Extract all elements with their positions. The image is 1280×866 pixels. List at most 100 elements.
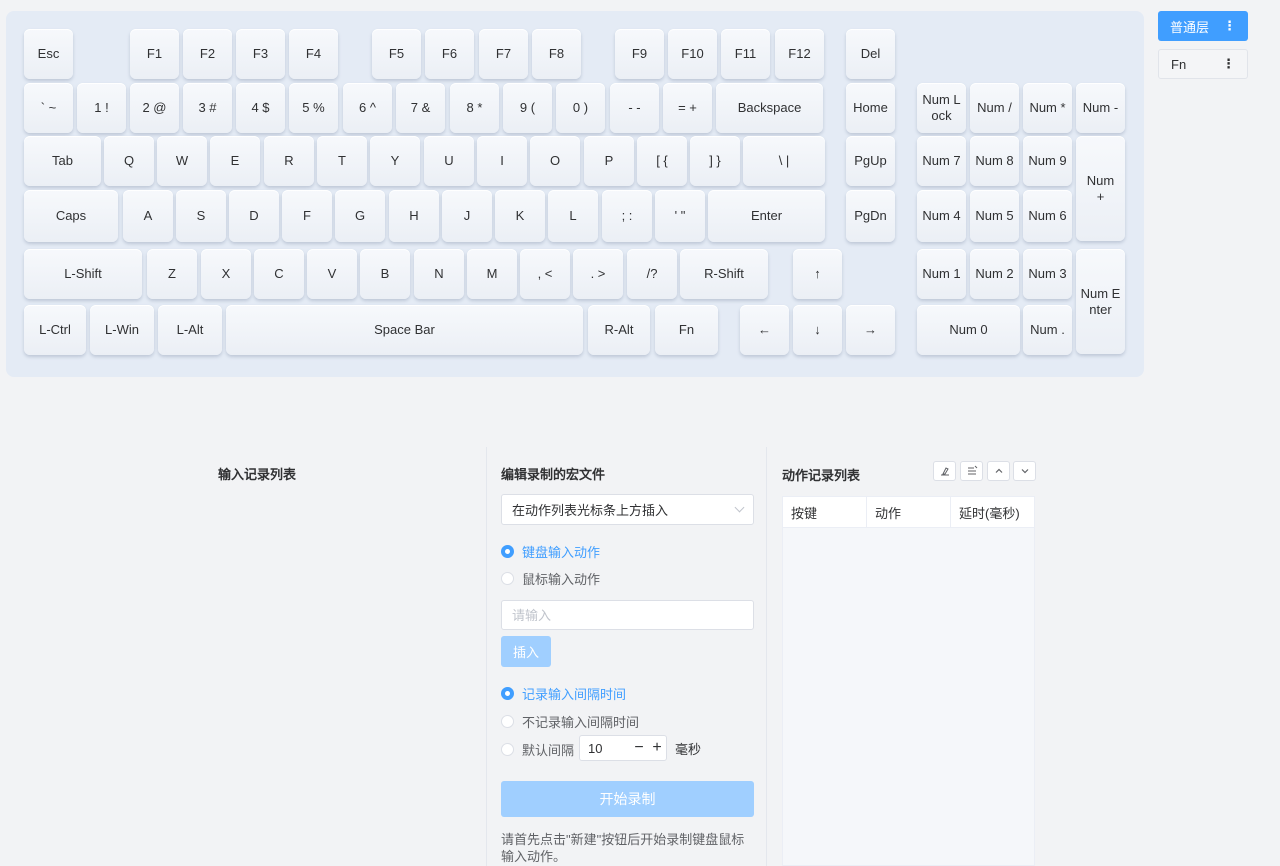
key-f10[interactable]: F10 [668,29,717,79]
key-2[interactable]: 2 @ [130,83,179,133]
key-num-enter[interactable]: Num E nter [1076,249,1125,354]
key-f8[interactable]: F8 [532,29,581,79]
interval-stepper[interactable]: 10 − + [579,735,667,761]
start-recording-button[interactable]: 开始录制 [501,781,754,817]
key-n[interactable]: N [414,249,464,299]
key-f12[interactable]: F12 [775,29,824,79]
insert-mode-select[interactable]: 在动作列表光标条上方插入 [501,494,754,525]
key-up-arrow-icon[interactable]: ↑ [793,249,842,299]
key-4[interactable]: 4 $ [236,83,285,133]
key-9[interactable]: 9 ( [503,83,552,133]
key-7[interactable]: 7 & [396,83,445,133]
minus-icon[interactable]: − [630,740,648,756]
key-8[interactable]: 8 * [450,83,499,133]
key-fn[interactable]: Fn [655,305,718,355]
interval-value[interactable]: 10 [588,741,630,756]
key-m[interactable]: M [467,249,517,299]
key-f[interactable]: F [282,190,332,242]
key-num-9[interactable]: Num 9 [1023,136,1072,186]
key-enter[interactable]: Enter [708,190,825,242]
move-down-icon[interactable] [1013,461,1036,481]
key-num-7[interactable]: Num 7 [917,136,966,186]
key-down-arrow-icon[interactable]: ↓ [793,305,842,355]
key-symbol[interactable]: ` ~ [24,83,73,133]
key-l-shift[interactable]: L-Shift [24,249,142,299]
key-num-3[interactable]: Num 3 [1023,249,1072,299]
key-num[interactable]: Num - [1076,83,1125,133]
key-home[interactable]: Home [846,83,895,133]
key-6[interactable]: 6 ^ [343,83,392,133]
key-f2[interactable]: F2 [183,29,232,79]
key-o[interactable]: O [530,136,580,186]
key-t[interactable]: T [317,136,367,186]
key-s[interactable]: S [176,190,226,242]
key-q[interactable]: Q [104,136,154,186]
key-num[interactable]: Num . [1023,305,1072,355]
no-record-interval-radio[interactable]: 不记录输入间隔时间 [501,712,639,731]
default-interval-radio[interactable]: 默认间隔 [501,740,574,759]
key-space-bar[interactable]: Space Bar [226,305,583,355]
key-f3[interactable]: F3 [236,29,285,79]
key-del[interactable]: Del [846,29,895,79]
key-a[interactable]: A [123,190,173,242]
clear-icon[interactable] [933,461,956,481]
key-f5[interactable]: F5 [372,29,421,79]
key-num-8[interactable]: Num 8 [970,136,1019,186]
key-symbol[interactable]: ] } [690,136,740,186]
key-e[interactable]: E [210,136,260,186]
key-symbol[interactable]: , < [520,249,570,299]
key-w[interactable]: W [157,136,207,186]
key-num-6[interactable]: Num 6 [1023,190,1072,242]
key-1[interactable]: 1 ! [77,83,126,133]
key-f4[interactable]: F4 [289,29,338,79]
key-num-2[interactable]: Num 2 [970,249,1019,299]
key-5[interactable]: 5 % [289,83,338,133]
key-num-4[interactable]: Num 4 [917,190,966,242]
key-g[interactable]: G [335,190,385,242]
key-pgdn[interactable]: PgDn [846,190,895,242]
key-symbol[interactable]: \ | [743,136,825,186]
key-pgup[interactable]: PgUp [846,136,895,186]
key-symbol[interactable]: - - [610,83,659,133]
plus-icon[interactable]: + [648,740,666,756]
key-l[interactable]: L [548,190,598,242]
key-num[interactable]: Num / [970,83,1019,133]
key-num-1[interactable]: Num 1 [917,249,966,299]
key-symbol[interactable]: [ { [637,136,687,186]
key-symbol[interactable]: /? [627,249,677,299]
layer-fn-button[interactable]: Fn ⋮ [1158,49,1248,79]
key-f9[interactable]: F9 [615,29,664,79]
key-num[interactable]: Num * [1023,83,1072,133]
key-f7[interactable]: F7 [479,29,528,79]
layer-normal-button[interactable]: 普通层 ⋮ [1158,11,1248,41]
key-z[interactable]: Z [147,249,197,299]
key-symbol[interactable]: ; : [602,190,652,242]
key-p[interactable]: P [584,136,634,186]
key-r-alt[interactable]: R-Alt [588,305,650,355]
key-u[interactable]: U [424,136,474,186]
key-f1[interactable]: F1 [130,29,179,79]
key-k[interactable]: K [495,190,545,242]
key-j[interactable]: J [442,190,492,242]
insert-button[interactable]: 插入 [501,636,551,667]
key-x[interactable]: X [201,249,251,299]
key-d[interactable]: D [229,190,279,242]
key-l-ctrl[interactable]: L-Ctrl [24,305,86,355]
key-tab[interactable]: Tab [24,136,101,186]
key-c[interactable]: C [254,249,304,299]
key-r-shift[interactable]: R-Shift [680,249,768,299]
action-input[interactable] [501,600,754,630]
mouse-action-radio[interactable]: 鼠标输入动作 [501,569,600,588]
key-v[interactable]: V [307,249,357,299]
key-f6[interactable]: F6 [425,29,474,79]
key-l-alt[interactable]: L-Alt [158,305,222,355]
key-esc[interactable]: Esc [24,29,73,79]
key-left-arrow-icon[interactable]: ← [740,305,789,355]
more-vertical-icon[interactable]: ⋮ [1223,18,1236,34]
key-num-0[interactable]: Num 0 [917,305,1020,355]
key-l-win[interactable]: L-Win [90,305,154,355]
key-caps[interactable]: Caps [24,190,118,242]
key-symbol[interactable]: ' " [655,190,705,242]
key-b[interactable]: B [360,249,410,299]
key-r[interactable]: R [264,136,314,186]
